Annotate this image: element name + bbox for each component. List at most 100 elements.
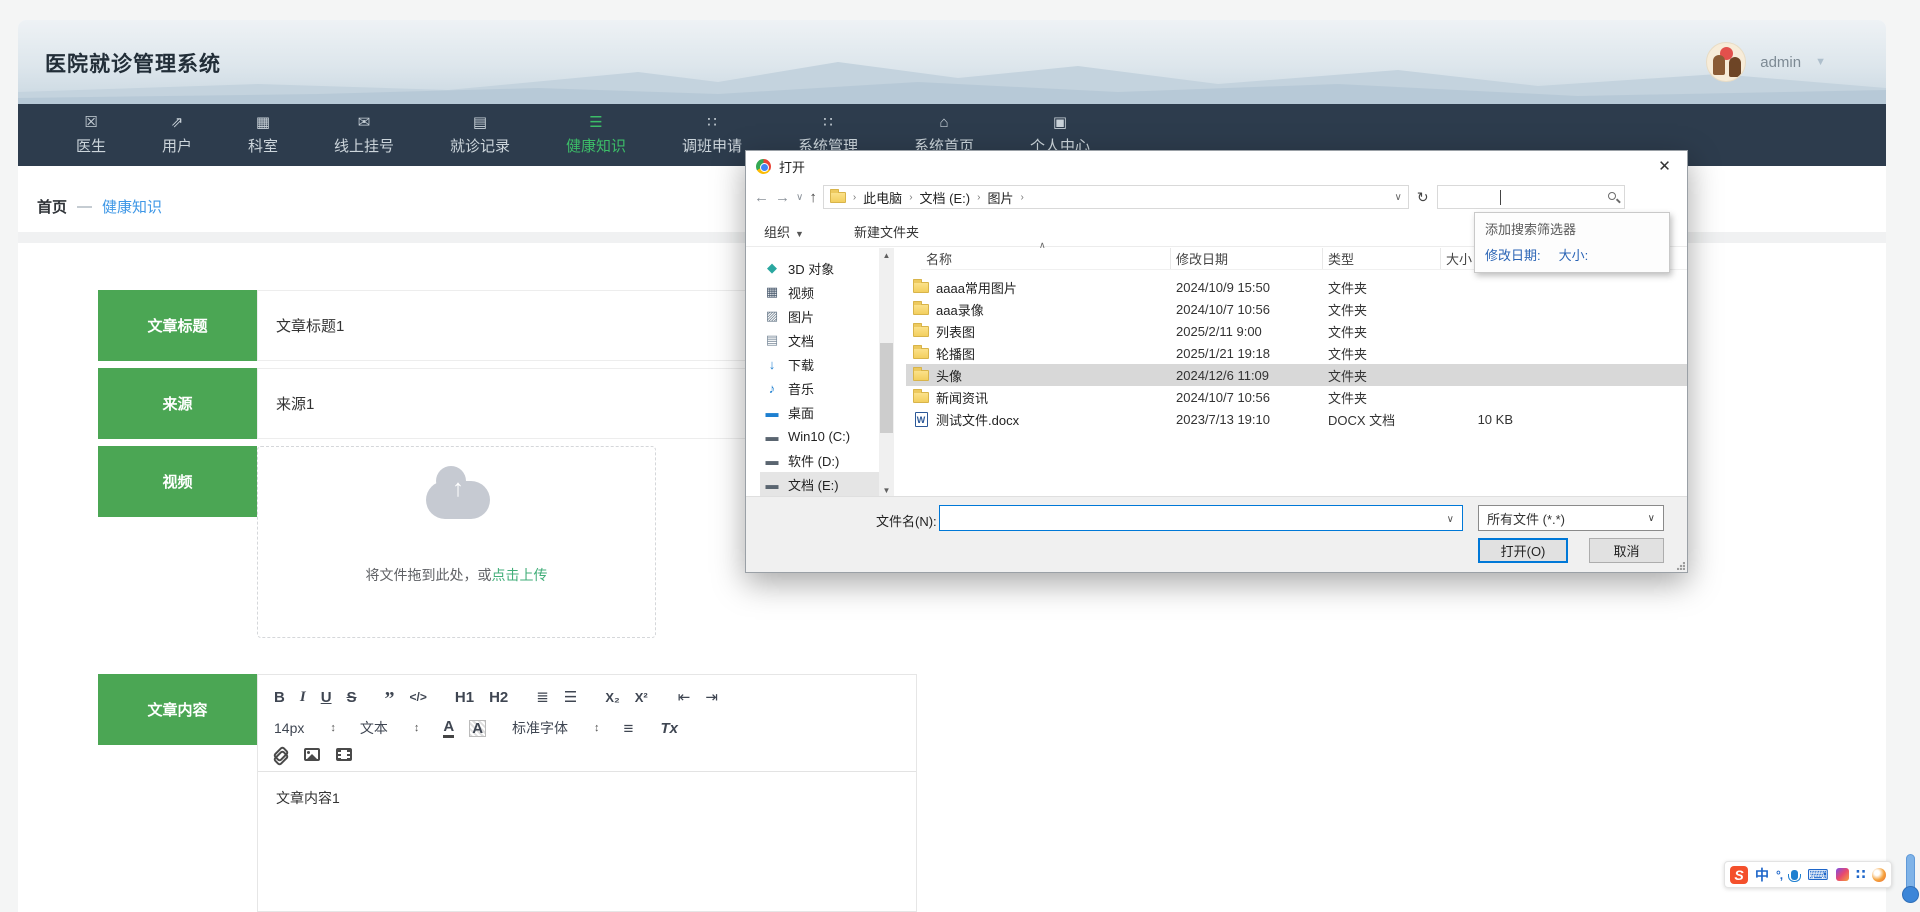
- h2-button[interactable]: H2: [489, 690, 508, 705]
- ime-punctuation-toggle[interactable]: °,: [1776, 868, 1782, 882]
- filter-size-link[interactable]: 大小:: [1559, 245, 1589, 264]
- ime-apps-icon[interactable]: ∷: [1856, 866, 1865, 883]
- format-select[interactable]: 文本↕: [360, 718, 420, 738]
- insert-video-button[interactable]: [336, 748, 352, 761]
- strikethrough-button[interactable]: S: [347, 690, 357, 705]
- chevron-down-icon: ▼: [795, 229, 804, 239]
- scroll-up-icon[interactable]: ▲: [879, 248, 894, 263]
- h1-button[interactable]: H1: [455, 690, 474, 705]
- file-row[interactable]: aaa录像2024/10/7 10:56文件夹: [906, 298, 1687, 320]
- nav-item-health-knowledge[interactable]: ☰健康知识: [538, 115, 654, 156]
- sidebar-item-documents[interactable]: ▤文档: [760, 328, 879, 352]
- file-row[interactable]: 新闻资讯2024/10/7 10:56文件夹: [906, 386, 1687, 408]
- file-row[interactable]: 列表图2025/2/11 9:00文件夹: [906, 320, 1687, 342]
- breadcrumb-home[interactable]: 首页: [37, 196, 67, 217]
- thermometer-widget[interactable]: [1902, 854, 1919, 903]
- back-icon[interactable]: ←: [754, 189, 769, 206]
- highlight-color-button[interactable]: A: [469, 720, 486, 737]
- sidebar-item-3d-objects[interactable]: ◆3D 对象: [760, 256, 879, 280]
- bullet-list-button[interactable]: ☰: [564, 690, 577, 705]
- chevron-down-icon[interactable]: ▼: [1815, 56, 1826, 68]
- filetype-select[interactable]: 所有文件 (*.*) ∨: [1478, 505, 1664, 531]
- file-row[interactable]: 轮播图2025/1/21 19:18文件夹: [906, 342, 1687, 364]
- address-bar[interactable]: › 此电脑 › 文档 (E:) › 图片 › ∨: [823, 185, 1409, 209]
- nav-item-user[interactable]: ⇗用户: [134, 115, 220, 156]
- dialog-titlebar[interactable]: 打开: [746, 151, 1687, 181]
- user-menu[interactable]: admin ▼: [1706, 42, 1826, 82]
- nav-item-visit-records[interactable]: ▤就诊记录: [422, 115, 538, 156]
- microphone-icon[interactable]: [1791, 870, 1798, 880]
- cancel-button[interactable]: 取消: [1589, 538, 1664, 563]
- italic-button[interactable]: I: [300, 690, 306, 705]
- sidebar-item-videos[interactable]: ▦视频: [760, 280, 879, 304]
- filename-input[interactable]: ∨: [939, 505, 1463, 531]
- updown-icon: ↕: [330, 722, 336, 734]
- organize-button[interactable]: 组织▼: [764, 222, 804, 241]
- nav-item-doctor[interactable]: ☒医生: [48, 115, 134, 156]
- underline-button[interactable]: U: [321, 690, 332, 705]
- font-size-select[interactable]: 14px↕: [274, 720, 336, 736]
- sidebar-item-drive-c[interactable]: ▬Win10 (C:): [760, 424, 879, 448]
- sidebar-item-desktop[interactable]: ▬桌面: [760, 400, 879, 424]
- sidebar-scrollbar[interactable]: ▲ ▼: [879, 248, 894, 498]
- code-button[interactable]: </>: [410, 691, 427, 703]
- filename-dropdown-icon[interactable]: ∨: [1447, 514, 1454, 525]
- subscript-button[interactable]: X₂: [605, 691, 619, 704]
- up-icon[interactable]: ↑: [809, 189, 817, 206]
- file-row[interactable]: aaaa常用图片2024/10/9 15:50文件夹: [906, 276, 1687, 298]
- nav-item-department[interactable]: ▦科室: [220, 115, 306, 156]
- upload-link[interactable]: 点击上传: [492, 567, 548, 583]
- superscript-button[interactable]: X²: [635, 691, 648, 704]
- nav-item-online-registration[interactable]: ✉线上挂号: [306, 115, 422, 156]
- new-folder-button[interactable]: 新建文件夹: [854, 222, 919, 241]
- ime-skin-icon[interactable]: [1872, 868, 1886, 882]
- folder-icon: [913, 392, 929, 403]
- file-row-selected[interactable]: 头像2024/12/6 11:09文件夹: [906, 364, 1687, 386]
- keyboard-icon[interactable]: ⌨: [1807, 866, 1829, 884]
- close-icon[interactable]: ✕: [1642, 151, 1687, 180]
- folder-icon: [913, 370, 929, 381]
- font-family-select[interactable]: 标准字体↕: [512, 718, 600, 738]
- column-date-modified[interactable]: 修改日期: [1171, 248, 1323, 269]
- clear-format-button[interactable]: Tx: [660, 721, 678, 736]
- breadcrumb-current[interactable]: 健康知识: [102, 196, 162, 217]
- column-name[interactable]: 名称∧: [921, 248, 1171, 269]
- search-icon: [1608, 192, 1616, 200]
- address-dropdown-icon[interactable]: ∨: [1395, 192, 1402, 203]
- sogou-logo-icon[interactable]: S: [1730, 866, 1748, 884]
- avatar[interactable]: [1706, 42, 1746, 82]
- filter-date-link[interactable]: 修改日期:: [1485, 245, 1541, 264]
- path-drive-e[interactable]: 文档 (E:): [920, 188, 971, 207]
- insert-image-button[interactable]: [304, 748, 320, 761]
- outdent-button[interactable]: ⇤: [678, 690, 691, 705]
- resize-grip[interactable]: [1677, 562, 1685, 570]
- history-dropdown-icon[interactable]: ∨: [796, 192, 803, 203]
- file-row[interactable]: W测试文件.docx2023/7/13 19:10DOCX 文档10 KB: [906, 408, 1687, 430]
- sidebar-item-drive-d[interactable]: ▬软件 (D:): [760, 448, 879, 472]
- open-button[interactable]: 打开(O): [1478, 538, 1568, 563]
- path-pictures[interactable]: 图片: [987, 188, 1013, 207]
- insert-link-button[interactable]: [274, 747, 288, 761]
- ordered-list-button[interactable]: ≣: [536, 690, 549, 705]
- scrollbar-thumb[interactable]: [880, 343, 893, 433]
- refresh-icon[interactable]: ↻: [1417, 189, 1429, 206]
- align-button[interactable]: ≡: [624, 720, 634, 737]
- ime-language-toggle[interactable]: 中: [1755, 865, 1769, 885]
- page-title: 医院就诊管理系统: [45, 48, 221, 78]
- editor-content[interactable]: 文章内容1: [258, 772, 916, 824]
- forward-icon[interactable]: →: [775, 189, 790, 206]
- sidebar-item-music[interactable]: ♪音乐: [760, 376, 879, 400]
- ime-fun-icon[interactable]: [1836, 868, 1849, 881]
- sidebar-item-downloads[interactable]: ↓下载: [760, 352, 879, 376]
- column-type[interactable]: 类型: [1323, 248, 1441, 269]
- blockquote-button[interactable]: ”: [385, 689, 395, 709]
- sidebar-item-drive-e[interactable]: ▬文档 (E:): [760, 472, 879, 496]
- video-upload-dropzone[interactable]: 将文件拖到此处，或点击上传: [257, 446, 656, 638]
- bold-button[interactable]: B: [274, 690, 285, 705]
- path-this-pc[interactable]: 此电脑: [863, 188, 902, 207]
- dialog-nav-row: ← → ∨ ↑ › 此电脑 › 文档 (E:) › 图片 › ∨ ↻: [746, 181, 1687, 213]
- sidebar-item-pictures[interactable]: ▨图片: [760, 304, 879, 328]
- indent-button[interactable]: ⇥: [705, 690, 718, 705]
- text-color-button[interactable]: A: [443, 719, 454, 738]
- search-input[interactable]: [1437, 185, 1625, 209]
